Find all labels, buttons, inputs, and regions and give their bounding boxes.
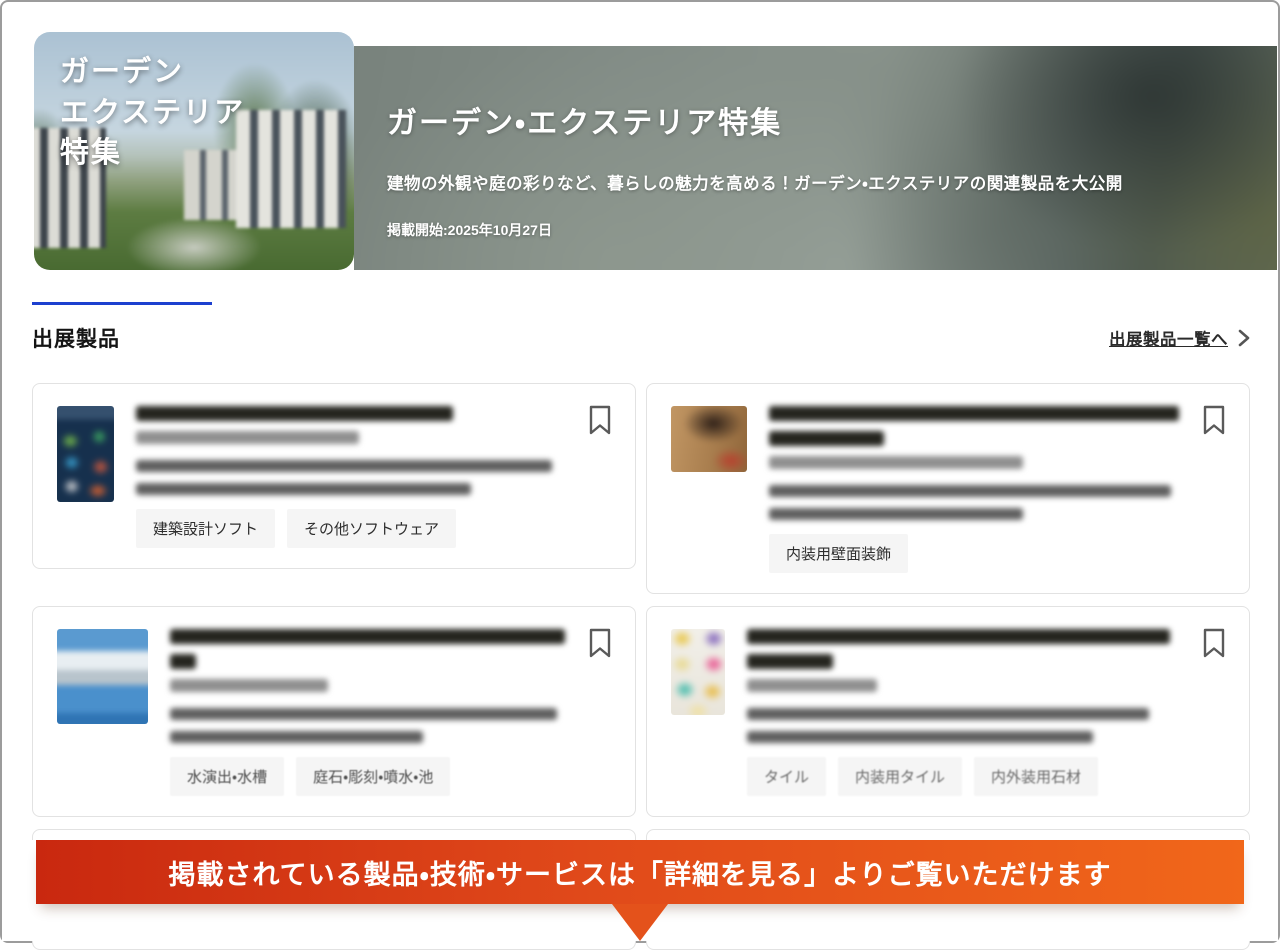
category-tag: 建築設計ソフト xyxy=(136,509,275,548)
page-title: ガーデン・エクステリア特集 xyxy=(387,98,1238,142)
category-tag: 内装用壁面装飾 xyxy=(769,534,908,573)
product-thumbnail-4 xyxy=(671,629,725,715)
section-accent-line xyxy=(32,302,212,305)
product-thumbnail-3 xyxy=(57,629,148,724)
company-name-blurred xyxy=(769,456,1023,469)
product-description-blurred xyxy=(747,731,1093,743)
notice-banner: 掲載されている製品・技術・サービスは「詳細を見る」よりご覧いただけます xyxy=(36,840,1244,904)
product-card-3[interactable]: 水演出・水槽 庭石・彫刻・噴水・池 xyxy=(32,606,636,817)
notice-banner-pointer xyxy=(612,904,668,941)
view-all-label: 出展製品一覧へ xyxy=(1109,326,1228,350)
page-subtitle: 建物の外観や庭の彩りなど、暮らしの魅力を高める！ガーデン・エクステリアの関連製品… xyxy=(387,170,1238,194)
hero-section: ガーデン エクステリア 特集 ガーデン・エクステリア特集 建物の外観や庭の彩りな… xyxy=(2,2,1278,270)
product-description-blurred xyxy=(170,708,557,720)
product-card-2[interactable]: 内装用壁面装飾 xyxy=(646,383,1250,594)
product-description-blurred xyxy=(769,485,1171,497)
chevron-right-icon xyxy=(1238,329,1250,347)
bookmark-icon[interactable] xyxy=(1199,627,1229,661)
category-tag: 水演出・水槽 xyxy=(170,757,284,796)
hero-thumbnail: ガーデン エクステリア 特集 xyxy=(34,32,354,270)
thumbnail-title-line-2: エクステリア xyxy=(60,93,245,134)
footer-cover: 掲載されている製品・技術・サービスは「詳細を見る」よりご覧いただけます xyxy=(2,840,1278,941)
product-title-blurred[interactable] xyxy=(769,406,1179,421)
tag-list: 建築設計ソフト その他ソフトウェア xyxy=(136,509,565,548)
publication-date: 掲載開始:2025年10月27日 xyxy=(387,220,1238,240)
company-name-blurred xyxy=(136,431,359,444)
view-all-products-link[interactable]: 出展製品一覧へ xyxy=(1109,326,1250,350)
product-title-blurred[interactable] xyxy=(136,406,453,421)
product-thumbnail-1 xyxy=(57,406,114,502)
products-section-header: 出展製品 出展製品一覧へ xyxy=(32,302,1250,353)
category-tag: 庭石・彫刻・噴水・池 xyxy=(296,757,450,796)
thumbnail-building-right xyxy=(236,110,346,228)
product-title-blurred[interactable] xyxy=(747,654,833,669)
product-title-blurred[interactable] xyxy=(170,629,565,644)
thumbnail-title-line-3: 特集 xyxy=(60,133,245,174)
notice-banner-text: 掲載されている製品・技術・サービスは「詳細を見る」よりご覧いただけます xyxy=(168,853,1111,892)
tag-list: タイル 内装用タイル 内外装用石材 xyxy=(747,757,1179,796)
tag-list: 内装用壁面装飾 xyxy=(769,534,1179,573)
tag-list: 水演出・水槽 庭石・彫刻・噴水・池 xyxy=(170,757,565,796)
product-description-blurred xyxy=(136,483,471,495)
product-title-blurred[interactable] xyxy=(747,629,1170,644)
category-tag: 内外装用石材 xyxy=(974,757,1098,796)
bookmark-icon[interactable] xyxy=(585,404,615,438)
product-description-blurred xyxy=(747,708,1149,720)
product-description-blurred xyxy=(769,508,1023,520)
product-thumbnail-2 xyxy=(671,406,747,472)
product-title-blurred[interactable] xyxy=(170,654,196,669)
bookmark-icon[interactable] xyxy=(1199,404,1229,438)
product-title-blurred[interactable] xyxy=(769,431,884,446)
product-card-4[interactable]: タイル 内装用タイル 内外装用石材 xyxy=(646,606,1250,817)
category-tag: 内装用タイル xyxy=(838,757,962,796)
section-title: 出展製品 xyxy=(32,323,120,353)
bookmark-icon[interactable] xyxy=(585,627,615,661)
company-name-blurred xyxy=(170,679,328,692)
product-description-blurred xyxy=(136,460,552,472)
company-name-blurred xyxy=(747,679,877,692)
hero-text-block: ガーデン・エクステリア特集 建物の外観や庭の彩りなど、暮らしの魅力を高める！ガー… xyxy=(387,98,1238,240)
product-card-1[interactable]: 建築設計ソフト その他ソフトウェア xyxy=(32,383,636,569)
category-tag: その他ソフトウェア xyxy=(287,509,456,548)
hero-thumbnail-title: ガーデン エクステリア 特集 xyxy=(60,52,245,174)
category-tag: タイル xyxy=(747,757,826,796)
thumbnail-title-line-1: ガーデン xyxy=(60,52,245,93)
product-description-blurred xyxy=(170,731,423,743)
